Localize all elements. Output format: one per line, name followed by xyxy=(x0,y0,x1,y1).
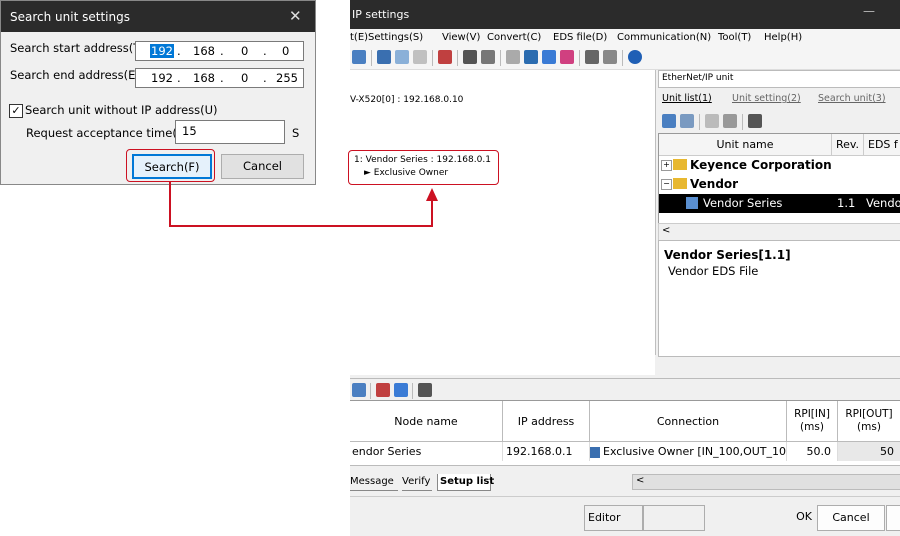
arrow-head xyxy=(426,188,438,201)
annotation-arrow xyxy=(169,182,438,227)
arrow-line xyxy=(169,182,433,227)
